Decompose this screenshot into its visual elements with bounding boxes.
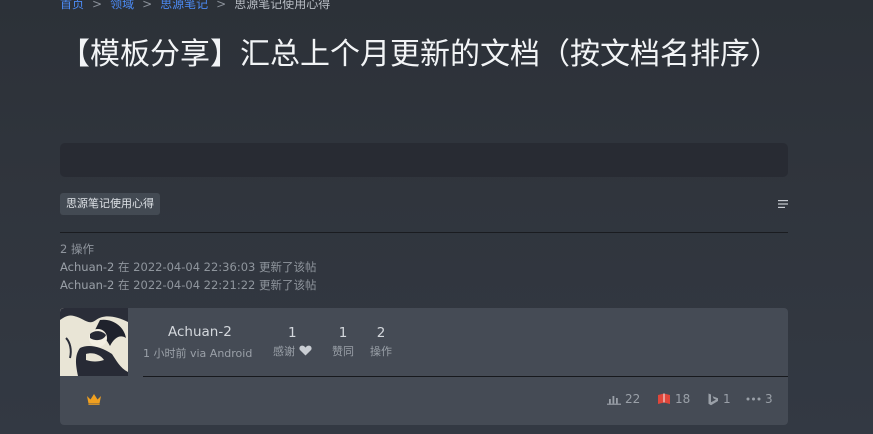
stat-thanks-text: 感谢 bbox=[273, 345, 295, 358]
stat-agree-count: 1 bbox=[338, 325, 348, 341]
stat-agree-label: 赞同 bbox=[332, 345, 354, 358]
avatar-image bbox=[60, 308, 128, 376]
breadcrumb: 首页 > 领域 > 思源笔记 > 思源笔记使用心得 bbox=[60, 0, 330, 12]
operations-count[interactable]: 2 操作 bbox=[60, 240, 316, 258]
tag-badge[interactable]: 思源笔记使用心得 bbox=[60, 193, 160, 215]
stat-thanks-label: 感谢 bbox=[273, 342, 312, 362]
bing-icon bbox=[708, 393, 718, 405]
toc-bar bbox=[60, 143, 788, 177]
more-dots-icon bbox=[746, 397, 761, 401]
bing-stat[interactable]: 1 bbox=[707, 392, 731, 406]
page-title: 【模板分享】汇总上个月更新的文档（按文档名排序） bbox=[60, 37, 780, 72]
bar-chart-icon bbox=[607, 396, 621, 405]
breadcrumb-domain[interactable]: 领域 bbox=[110, 0, 134, 11]
likes-count: 18 bbox=[675, 392, 691, 406]
operation-text: 在 2022-04-04 22:36:03 更新了该帖 bbox=[114, 260, 317, 274]
operation-text: 在 2022-04-04 22:21:22 更新了该帖 bbox=[114, 278, 317, 292]
operation-user[interactable]: Achuan-2 bbox=[60, 278, 114, 292]
breadcrumb-current: 思源笔记使用心得 bbox=[234, 0, 331, 11]
operation-user[interactable]: Achuan-2 bbox=[60, 260, 114, 274]
breadcrumb-separator: > bbox=[142, 0, 153, 11]
more-stat[interactable]: 3 bbox=[746, 392, 773, 406]
stat-agree[interactable]: 1 赞同 bbox=[332, 324, 354, 362]
views-count: 22 bbox=[625, 392, 641, 406]
author-name[interactable]: Achuan-2 bbox=[168, 324, 232, 340]
crown-icon bbox=[87, 394, 101, 405]
stat-thanks-count: 1 bbox=[287, 325, 297, 341]
stat-operations-count: 2 bbox=[376, 325, 386, 341]
stat-thanks[interactable]: 1 感谢 bbox=[273, 324, 312, 362]
stat-operations-label: 操作 bbox=[370, 345, 392, 358]
breadcrumb-separator: > bbox=[92, 0, 103, 11]
heart-icon[interactable] bbox=[298, 345, 312, 356]
stat-operations[interactable]: 2 操作 bbox=[370, 324, 392, 362]
bing-count: 1 bbox=[723, 392, 731, 406]
card-divider bbox=[143, 376, 788, 377]
breadcrumb-siyuan[interactable]: 思源笔记 bbox=[160, 0, 208, 11]
divider bbox=[60, 232, 788, 233]
views-stat[interactable]: 22 bbox=[607, 392, 640, 406]
breadcrumb-separator: > bbox=[216, 0, 227, 11]
operations-log: 2 操作 Achuan-2 在 2022-04-04 22:36:03 更新了该… bbox=[60, 240, 316, 294]
post-card: Achuan-2 1 小时前 via Android 1 感谢 1 赞同 2 操… bbox=[60, 308, 788, 425]
likes-stat[interactable]: 18 bbox=[657, 392, 690, 406]
operation-entry: Achuan-2 在 2022-04-04 22:21:22 更新了该帖 bbox=[60, 276, 316, 294]
post-meta: 1 小时前 via Android bbox=[143, 347, 253, 360]
toc-list-icon[interactable] bbox=[778, 199, 788, 209]
operation-entry: Achuan-2 在 2022-04-04 22:36:03 更新了该帖 bbox=[60, 258, 316, 276]
more-count: 3 bbox=[765, 392, 773, 406]
breadcrumb-home[interactable]: 首页 bbox=[60, 0, 84, 11]
avatar[interactable] bbox=[60, 308, 128, 376]
flag-icon bbox=[658, 393, 670, 404]
